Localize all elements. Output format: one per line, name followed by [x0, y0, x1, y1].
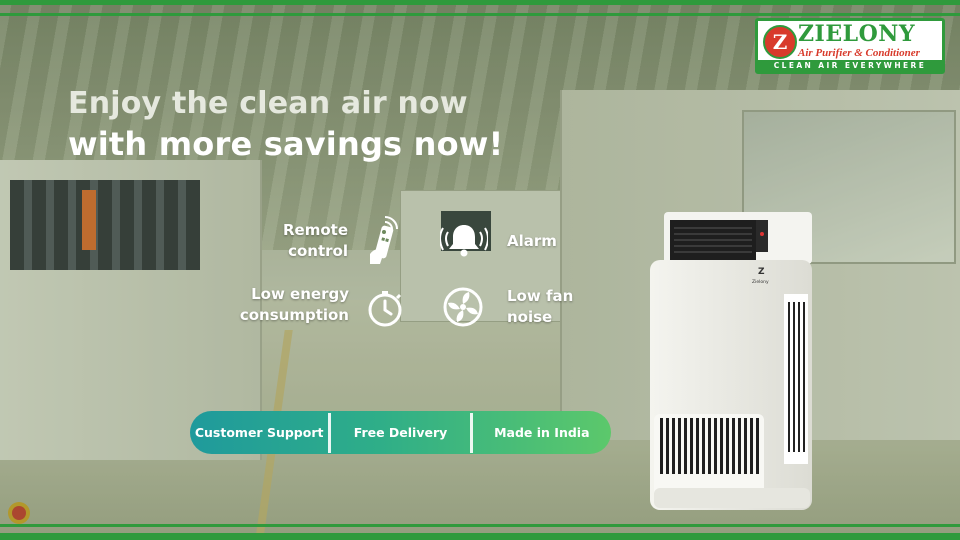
benefit-customer-support[interactable]: Customer Support — [190, 425, 328, 440]
feature-low-fan-noise: Low fan noise — [507, 286, 573, 328]
headline: Enjoy the clean air now with more saving… — [68, 86, 503, 163]
product-name: Zielony — [752, 279, 769, 285]
feature-low-energy: Low energy consumption — [236, 284, 349, 326]
bell-icon — [440, 225, 488, 257]
bottom-stripe-thin — [0, 524, 960, 527]
top-stripe-thin — [0, 13, 960, 16]
benefits-bar: Customer Support Free Delivery Made in I… — [190, 411, 611, 454]
benefit-divider — [328, 412, 332, 453]
remote-icon — [370, 216, 398, 264]
timer-icon — [368, 291, 402, 327]
logo-mark: Z — [763, 25, 797, 59]
logo-tagline: Air Purifier & Conditioner — [798, 47, 920, 59]
logo-slogan: CLEAN AIR EVERYWHERE — [758, 60, 942, 71]
feature-remote-control: Remote control — [280, 220, 348, 262]
feature-label-line: noise — [507, 308, 553, 326]
brand-logo[interactable]: Z ZIELONY Air Purifier & Conditioner CLE… — [755, 18, 945, 74]
benefit-free-delivery[interactable]: Free Delivery — [331, 425, 469, 440]
bottom-stripe — [0, 533, 960, 540]
logo-brand: ZIELONY — [798, 21, 916, 47]
feature-label-line: consumption — [239, 306, 349, 324]
feature-label-line: Remote — [282, 221, 348, 239]
banner: Enjoy the clean air now with more saving… — [0, 0, 960, 540]
green-tint-overlay — [0, 0, 960, 540]
feature-alarm: Alarm — [507, 231, 557, 252]
product-badge: Z — [758, 267, 765, 277]
top-stripe — [0, 0, 960, 5]
feature-label-line: control — [288, 242, 348, 260]
fan-icon — [443, 287, 483, 327]
headline-line-1: Enjoy the clean air now — [68, 86, 468, 121]
air-purifier-product-image: Z Zielony — [650, 212, 812, 510]
feature-label-line: Low energy — [251, 285, 349, 303]
benefit-made-in-india[interactable]: Made in India — [473, 425, 611, 440]
feature-label-line: Alarm — [507, 232, 557, 250]
feature-label-line: Low fan — [507, 287, 574, 305]
headline-line-2: with more savings now! — [68, 125, 504, 163]
benefit-divider — [469, 412, 473, 453]
